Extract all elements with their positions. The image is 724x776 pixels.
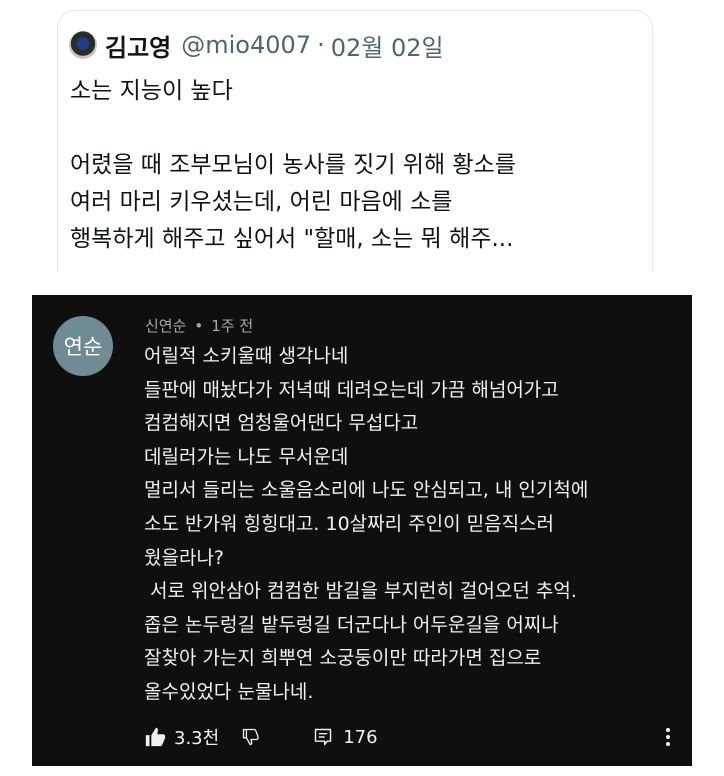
tweet-separator-dot: · [317,31,325,59]
tweet-author-handle[interactable]: @mio4007 [181,31,311,59]
tweet-header: 김고영 @mio4007 · 02월 02일 [69,28,444,62]
comment-meta: 신연순 • 1주 전 [145,315,253,336]
tweet-avatar[interactable] [69,31,97,59]
comment-text-line: 소도 반가워 힝힝대고. 10살짜리 주인이 믿음직스러 [144,512,555,535]
comment-actions: 3.3천 176 [144,723,692,751]
thumbs-up-icon[interactable] [144,726,166,748]
comment-text: 어릴적 소키울때 생각나네 들판에 매놨다가 저녁때 데려오는데 가끔 해넘어가… [144,340,684,710]
comment-text-line: 서로 위안삼아 컴컴한 밤길을 부지런히 걸어오던 추억. [144,580,577,603]
comment-text-line: 컴컴해지면 엄청울어댄다 무섭다고 [144,412,419,435]
tweet-text-line: 소는 지능이 높다 [70,78,233,104]
tweet-text-blank-line [70,110,650,147]
like-count: 3.3천 [174,728,220,749]
reply-count[interactable]: 176 [343,727,377,748]
comment-text-line: 데릴러가는 나도 무서운데 [144,445,349,468]
comment-text-line: 올수있었다 눈물나네. [144,680,314,703]
comment-avatar-text: 연순 [63,335,103,359]
comment-avatar[interactable]: 연순 [53,316,113,376]
thumbs-down-icon[interactable] [241,727,261,747]
comment-time[interactable]: 1주 전 [211,317,253,335]
tweet-text: 소는 지능이 높다 어렸을 때 조부모님이 농사를 짓기 위해 황소를 여러 마… [70,73,650,258]
tweet-text-line: 행복하게 해주고 싶어서 "할매, 소는 뭐 해주... [70,226,514,252]
quoted-tweet-card[interactable]: 김고영 @mio4007 · 02월 02일 소는 지능이 높다 어렸을 때 조… [57,10,653,272]
tweet-text-line: 어렸을 때 조부모님이 농사를 짓기 위해 황소를 [70,152,516,178]
tweet-author-name[interactable]: 김고영 [105,28,171,63]
comment-text-line: 좁은 논두렁길 밭두렁길 더군다나 어두운길을 어찌나 [144,613,559,636]
comment-text-line: 어릴적 소키울때 생각나네 [144,345,349,367]
comment-icon[interactable] [313,727,333,747]
comment-author[interactable]: 신연순 [145,317,186,335]
comment-text-line: 웠을라나? [144,546,225,569]
youtube-comment: 연순 신연순 • 1주 전 어릴적 소키울때 생각나네 들판에 매놨다가 저녁때 데… [32,295,692,766]
tweet-text-line: 여러 마리 키우셨는데, 어린 마음에 소를 [70,189,453,215]
comment-meta-separator: • [194,317,204,335]
more-vertical-icon[interactable] [656,725,680,749]
comment-text-line: 멀리서 들리는 소울음소리에 나도 안심되고, 내 인기척에 [144,479,589,502]
comment-text-line: 잘찾아 가는지 희뿌연 소궁둥이만 따라가면 집으로 [144,647,542,670]
tweet-date[interactable]: 02월 02일 [331,28,444,63]
comment-text-line: 들판에 매놨다가 저녁때 데려오는데 가끔 해넘어가고 [144,378,559,401]
